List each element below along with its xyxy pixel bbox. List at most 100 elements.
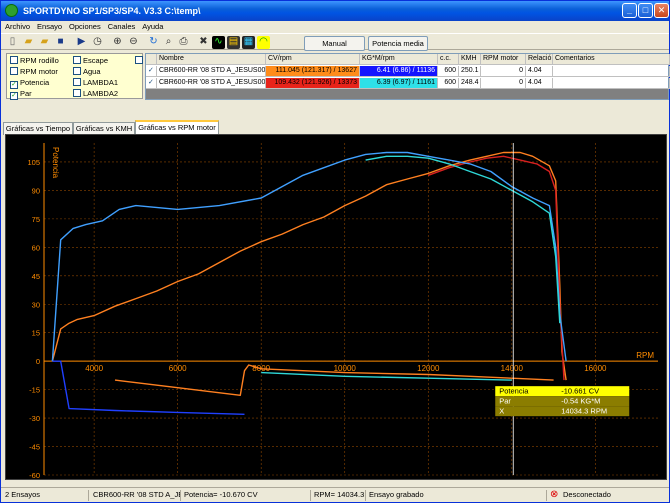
row-rel: 4.04 — [526, 78, 553, 89]
checkbox-rpm-rodillo[interactable] — [10, 56, 18, 64]
channel-lambda2[interactable]: LAMBDA2 — [73, 89, 118, 100]
channel-panel: RPM rodillo RPM motor ✓ Potencia ✓ Par Esc… — [6, 53, 145, 100]
display-icon[interactable]: ▦ — [242, 36, 255, 49]
minimize-button[interactable]: _ — [622, 3, 637, 18]
status-connection: Desconectado — [563, 490, 611, 499]
channel-agua[interactable]: Agua — [73, 67, 101, 78]
y-tick-label: 45 — [32, 272, 40, 281]
checkbox-escape[interactable] — [73, 56, 81, 64]
col-cc[interactable]: c.c. — [438, 54, 459, 65]
row-cv: 111.045 (121.317) / 13627 — [266, 66, 360, 77]
refresh-icon[interactable]: ↻ — [147, 36, 160, 49]
tooltip-value: -0.54 KG*M — [561, 397, 600, 406]
col-kgm-rpm[interactable]: KG*M/rpm — [360, 54, 438, 65]
clock-icon[interactable]: ◷ — [91, 36, 104, 49]
chart-svg[interactable]: 4000 6000 8000 10000 12000 14000 16000-60-45-3… — [6, 135, 666, 480]
y-tick-label: -45 — [29, 443, 40, 452]
grid-header: Nombre CV/rpm KG*M/rpm c.c. KMH RPM moto… — [146, 54, 670, 65]
potencia-media-button[interactable]: Potencia media — [368, 36, 428, 51]
checkbox-lambda1[interactable] — [73, 78, 81, 86]
maximize-button[interactable]: □ — [638, 3, 653, 18]
channel-escape[interactable]: Escape — [73, 56, 108, 67]
menu-archivo[interactable]: Archivo — [1, 21, 33, 31]
manual-button[interactable]: Manual — [304, 36, 365, 51]
checkbox-agua[interactable] — [73, 67, 81, 75]
channel-overflow[interactable] — [135, 56, 145, 67]
calculator-icon[interactable]: ▤ — [227, 36, 240, 49]
menu-canales[interactable]: Canales — [104, 21, 139, 31]
menu-ayuda[interactable]: Ayuda — [138, 21, 166, 31]
new-file-icon[interactable]: ▯ — [6, 36, 19, 49]
zoom-out-icon[interactable]: ⊖ — [127, 36, 140, 49]
table-row[interactable]: ✓ CBR600-RR '08 STD A_JESUS00 111.045 (1… — [146, 66, 670, 77]
row-cc: 600 — [438, 66, 459, 77]
row-check-icon[interactable]: ✓ — [146, 78, 157, 89]
print-icon[interactable]: ⎙ — [177, 36, 190, 49]
status-state: Ensayo grabado — [367, 490, 547, 501]
x-tick-label: 6000 — [169, 364, 187, 373]
series-line-1 — [428, 155, 565, 381]
row-rel: 4.04 — [526, 66, 553, 77]
y-tick-label: 15 — [32, 329, 40, 338]
col-kmh[interactable]: KMH — [459, 54, 481, 65]
y-tick-label: 105 — [27, 158, 40, 167]
y-tick-label: 0 — [36, 357, 40, 366]
gauge-icon[interactable]: ◠ — [257, 36, 270, 49]
menu-opciones[interactable]: Opciones — [65, 21, 104, 31]
row-comment[interactable] — [553, 78, 670, 89]
chart-icon[interactable]: ∿ — [212, 36, 225, 49]
channel-rpm-rodillo[interactable]: RPM rodillo — [10, 56, 59, 67]
y-tick-label: 30 — [32, 300, 40, 309]
row-kmh: 248.4 — [459, 78, 481, 89]
zoom-in-icon[interactable]: ⊕ — [111, 36, 124, 49]
status-ensayos: 2 Ensayos — [3, 490, 89, 501]
row-cv: 109.432 (121.926) / 13373 — [266, 78, 360, 89]
y-tick-label: 75 — [32, 215, 40, 224]
checkbox-par[interactable]: ✓ — [10, 92, 18, 100]
series-line-0 — [51, 151, 567, 381]
tooltip-label: Potencia — [499, 387, 529, 396]
y-tick-label: -15 — [29, 386, 40, 395]
y-tick-label: 90 — [32, 186, 40, 195]
window-title: SPORTDYNO SP1/SP3/SP4. V3.3 C:\temp\ — [23, 6, 201, 16]
open-folder-icon[interactable]: ▰ — [22, 36, 35, 49]
col-relacion[interactable]: Relació — [526, 54, 553, 65]
col-cv-rpm[interactable]: CV/rpm — [266, 54, 360, 65]
tab-vs-rpm-motor[interactable]: Gráficas vs RPM motor — [135, 120, 219, 135]
checkbox-lambda2[interactable] — [73, 89, 81, 97]
channel-rpm-motor[interactable]: RPM motor — [10, 67, 58, 78]
menu-ensayo[interactable]: Ensayo — [33, 21, 65, 31]
tooltip-value: -10.661 CV — [561, 387, 599, 396]
close-button[interactable]: ✕ — [654, 3, 669, 18]
channel-par[interactable]: ✓ Par — [10, 89, 32, 100]
menu-bar: Archivo Ensayo Opciones Canales Ayuda — [1, 21, 669, 33]
y-tick-label: -60 — [29, 471, 40, 479]
search-icon[interactable]: ⌕ — [162, 36, 175, 49]
y-axis-label: Potencia — [51, 147, 60, 179]
row-kgm: 6.41 (6.86) / 11136 — [360, 66, 438, 77]
chart-area[interactable]: 4000 6000 8000 10000 12000 14000 16000 -60 -45 -3… — [5, 134, 667, 480]
play-icon[interactable]: ▶ — [75, 36, 88, 49]
y-tick-label: -30 — [29, 414, 40, 423]
checkbox-overflow[interactable] — [135, 56, 143, 64]
row-cc: 600 — [438, 78, 459, 89]
col-nombre[interactable]: Nombre — [157, 54, 266, 65]
checkbox-rpm-motor[interactable] — [10, 67, 18, 75]
x-tick-label: 16000 — [584, 364, 607, 373]
row-comment[interactable] — [553, 66, 670, 77]
tools-icon[interactable]: ✖ — [197, 36, 210, 49]
open-folder-2-icon[interactable]: ▰ — [38, 36, 51, 49]
x-axis-label: RPM — [636, 351, 654, 360]
status-name: CBR600-RR '08 STD A_JE — [93, 490, 181, 501]
channel-lambda1[interactable]: LAMBDA1 — [73, 78, 118, 89]
row-check-icon[interactable]: ✓ — [146, 66, 157, 77]
checkbox-potencia[interactable]: ✓ — [10, 81, 18, 89]
table-row[interactable]: ✓ CBR600-RR '08 STD A_JESUS00 109.432 (1… — [146, 78, 670, 89]
status-potencia: Potencia= -10.670 CV — [182, 490, 311, 501]
tooltip-label: X — [499, 407, 504, 416]
channel-potencia[interactable]: ✓ Potencia — [10, 78, 49, 89]
save-icon[interactable]: ■ — [54, 36, 67, 49]
title-bar: SPORTDYNO SP1/SP3/SP4. V3.3 C:\temp\ _ □… — [1, 1, 669, 21]
col-comentarios[interactable]: Comentarios — [553, 54, 670, 65]
col-rpm-motor[interactable]: RPM motor — [481, 54, 526, 65]
